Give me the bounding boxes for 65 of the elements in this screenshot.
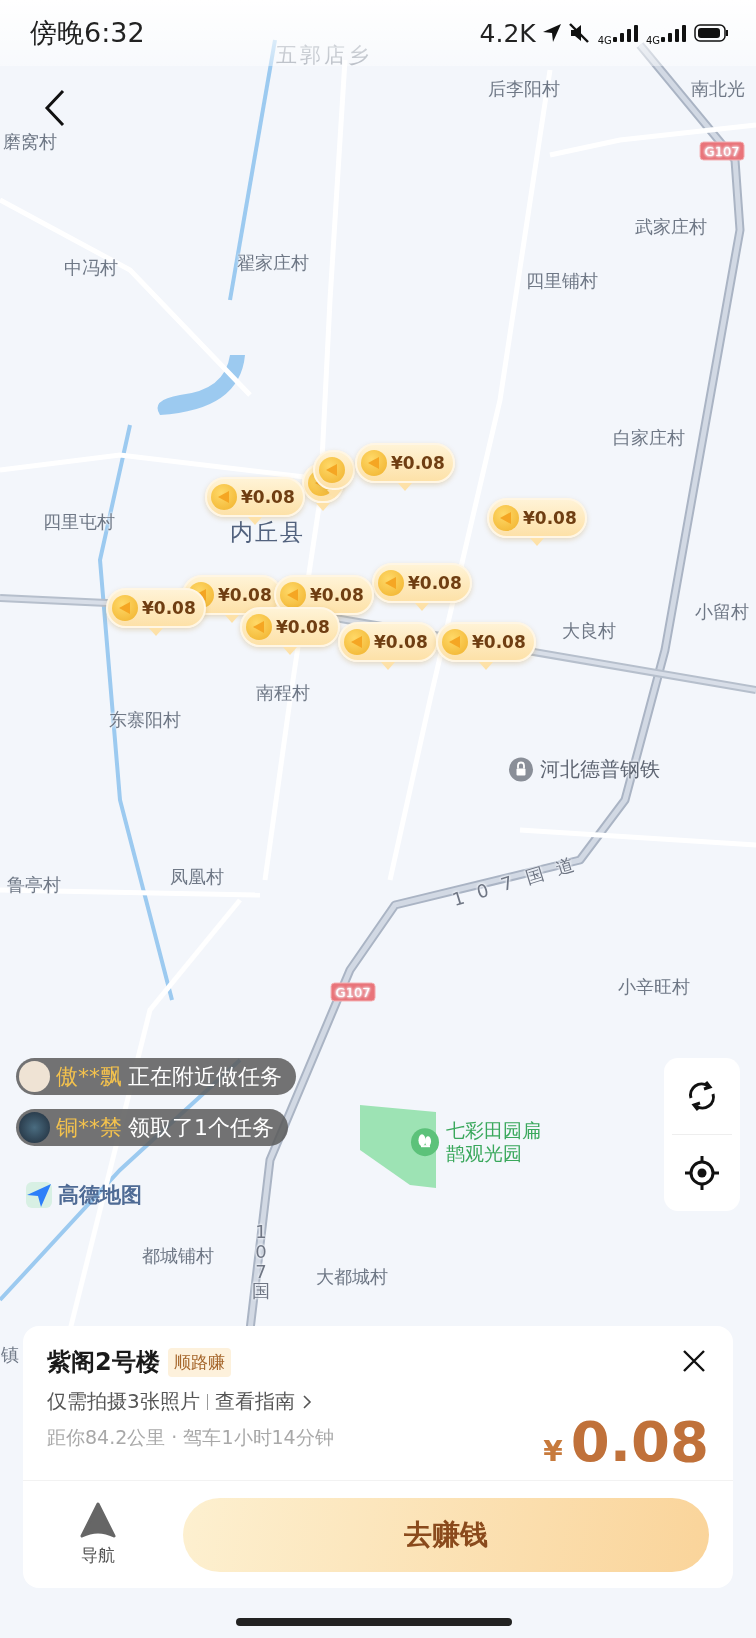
- price-marker[interactable]: [313, 450, 355, 498]
- activity-text: 正在附近做任务: [128, 1062, 282, 1091]
- user-name: 傲**飘: [56, 1062, 122, 1091]
- location-arrow-icon: [541, 23, 562, 43]
- distance-text: 距你84.2公里 · 驾车1小时14分钟: [47, 1425, 334, 1450]
- village-label: 武家庄村: [635, 215, 707, 239]
- battery-icon: [694, 23, 730, 43]
- avatar-circle: [19, 1061, 50, 1092]
- company-label: 河北德普钢铁: [540, 755, 660, 783]
- signal-icon: [660, 23, 688, 43]
- village-label: 都城铺村: [142, 1244, 214, 1268]
- guide-link[interactable]: 查看指南: [214, 1388, 295, 1415]
- village-label: 磨窝村: [3, 130, 57, 154]
- lock-pin-icon: [508, 756, 534, 782]
- village-label: 小留村: [695, 600, 749, 624]
- tree-icon: [410, 1127, 440, 1157]
- highway-badge: G107: [699, 141, 745, 161]
- coin-icon: [112, 595, 138, 621]
- network-speed: 4.2K: [479, 18, 536, 48]
- task-title: 紫阁2号楼: [47, 1347, 160, 1378]
- coin-icon: [319, 457, 345, 483]
- network-type: 4G: [645, 34, 660, 46]
- coin-icon: [493, 505, 519, 531]
- village-label: 南北光: [691, 77, 745, 101]
- village-label: 镇: [1, 1343, 19, 1367]
- village-label: 后李阳村: [488, 77, 560, 101]
- village-label: 四里铺村: [526, 269, 598, 293]
- coin-icon: [280, 582, 306, 608]
- network-type: 4G: [597, 34, 612, 46]
- road-label: 107国道: [449, 848, 591, 912]
- town-label: 五郭店乡: [276, 42, 372, 69]
- coin-icon: [442, 629, 468, 655]
- coin-icon: [246, 614, 272, 640]
- park-label: 七彩田园扁鹊观光园: [446, 1119, 542, 1165]
- status-time: 傍晚6:32: [30, 16, 145, 50]
- village-label: 白家庄村: [613, 426, 685, 450]
- activity-text: 领取了1个任务: [128, 1113, 274, 1142]
- coin-icon: [344, 629, 370, 655]
- task-price: 0.08: [570, 1414, 709, 1470]
- village-label: 大良村: [562, 619, 616, 643]
- locate-crosshair-icon: [683, 1154, 721, 1192]
- signal-icon: [611, 23, 640, 43]
- navigation-arrow-icon: [80, 1502, 116, 1540]
- chevron-right-icon: [301, 1393, 312, 1410]
- village-label: 翟家庄村: [237, 251, 309, 275]
- village-label: 大都城村: [316, 1265, 388, 1289]
- coin-icon: [378, 570, 404, 596]
- currency-symbol: ¥: [543, 1435, 563, 1468]
- coin-icon: [211, 484, 237, 510]
- village-label: 南程村: [256, 681, 310, 705]
- map-logo-icon: [24, 1180, 54, 1210]
- village-label: 中冯村: [64, 256, 118, 280]
- map-logo-text: 高德地图: [58, 1182, 142, 1209]
- task-tag: 顺路赚: [167, 1347, 231, 1377]
- village-label: 小辛旺村: [618, 975, 690, 999]
- highway-badge: G107: [330, 982, 376, 1002]
- task-requirement: 仅需拍摄3张照片: [47, 1388, 200, 1415]
- user-name: 铜**禁: [56, 1113, 122, 1142]
- avatar-photo-placeholder: [19, 1112, 50, 1143]
- village-label: 鲁亭村: [7, 873, 61, 897]
- village-label: 凤凰村: [170, 865, 224, 889]
- navigation-button[interactable]: 导航: [53, 1502, 143, 1567]
- company-poi[interactable]: 河北德普钢铁: [508, 755, 660, 783]
- coin-icon: [361, 450, 387, 476]
- earn-button[interactable]: 去赚钱: [183, 1497, 709, 1572]
